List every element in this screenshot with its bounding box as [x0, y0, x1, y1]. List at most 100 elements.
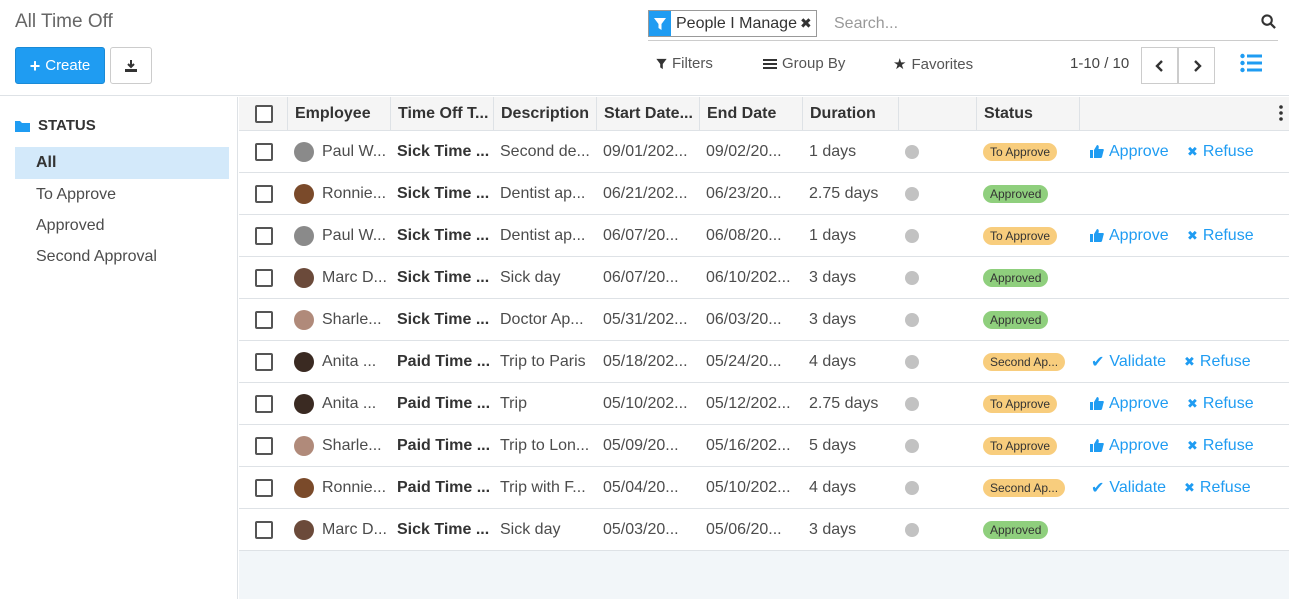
employee-cell: Sharle...	[287, 425, 390, 466]
refuse-button[interactable]: ✖ Refuse	[1184, 341, 1251, 382]
validate-button[interactable]: ✔ Validate	[1091, 467, 1166, 508]
time-off-type-cell: Sick Time ...	[397, 268, 490, 286]
table-row[interactable]: Marc D... Sick Time ... Sick day 06/07/20..…	[239, 257, 1289, 299]
column-start-date[interactable]: Start Date...	[596, 97, 699, 131]
approve-button[interactable]: Approve	[1090, 131, 1169, 172]
search-input[interactable]	[834, 12, 1234, 36]
employee-cell: Ronnie...	[287, 173, 390, 214]
state-cell	[898, 257, 976, 298]
status-section-header: STATUS	[15, 117, 96, 134]
row-checkbox[interactable]	[255, 226, 273, 245]
state-dot-icon	[905, 228, 919, 243]
avatar	[294, 477, 314, 498]
row-checkbox[interactable]	[255, 352, 273, 371]
time-off-type-cell: Sick Time ...	[397, 142, 490, 160]
state-cell	[898, 131, 976, 172]
time-off-type-cell: Paid Time ...	[397, 394, 491, 412]
row-checkbox[interactable]	[255, 520, 273, 539]
employee-name: Anita ...	[322, 394, 377, 412]
duration-cell: 5 days	[809, 436, 857, 454]
sidebar-item-approved[interactable]: Approved	[15, 210, 229, 242]
search-facet[interactable]: People I Manage ✖	[648, 10, 817, 37]
employee-name: Paul W...	[322, 226, 387, 244]
approve-button[interactable]: Approve	[1090, 383, 1169, 424]
approve-button[interactable]: Approve	[1090, 425, 1169, 466]
download-icon	[125, 59, 137, 72]
export-button[interactable]	[110, 47, 152, 84]
check-icon: ✔	[1091, 479, 1105, 497]
filters-button[interactable]: Filters	[656, 55, 713, 72]
column-employee[interactable]: Employee	[287, 97, 390, 131]
validate-button[interactable]: ✔ Validate	[1091, 341, 1166, 382]
start-date-cell: 05/04/20...	[603, 478, 679, 496]
sidebar-item-all[interactable]: All	[15, 147, 229, 179]
table-row[interactable]: Paul W... Sick Time ... Dentist ap... 06/07…	[239, 215, 1289, 257]
remove-facet-icon[interactable]: ✖	[799, 11, 816, 36]
table-row[interactable]: Anita ... Paid Time ... Trip 05/10/202... 05…	[239, 383, 1289, 425]
row-checkbox[interactable]	[255, 394, 273, 413]
table-row[interactable]: Sharle... Sick Time ... Doctor Ap... 05/31/…	[239, 299, 1289, 341]
avatar	[294, 519, 314, 540]
status-badge: Approved	[983, 520, 1049, 539]
avatar	[294, 267, 314, 288]
time-off-type-cell: Sick Time ...	[397, 520, 490, 538]
column-duration[interactable]: Duration	[802, 97, 898, 131]
thumbs-up-icon	[1090, 397, 1104, 410]
status-cell: Second Ap...	[976, 341, 1079, 382]
employee-name: Anita ...	[322, 352, 377, 370]
row-checkbox[interactable]	[255, 436, 273, 455]
pager-previous-button[interactable]	[1141, 47, 1178, 84]
end-date-cell: 06/10/202...	[706, 268, 791, 286]
employee-cell: Anita ...	[287, 341, 390, 382]
table-row[interactable]: Paul W... Sick Time ... Second de... 09/01/…	[239, 131, 1289, 173]
row-select-cell	[239, 173, 289, 214]
sidebar-item-to-approve[interactable]: To Approve	[15, 179, 229, 211]
favorites-button[interactable]: ★ Favorites	[893, 55, 973, 74]
row-checkbox[interactable]	[255, 268, 273, 287]
start-date-cell: 05/31/202...	[603, 310, 688, 328]
column-time-off-type[interactable]: Time Off T...	[390, 97, 493, 131]
column-status[interactable]: Status	[976, 97, 1079, 131]
refuse-button[interactable]: ✖ Refuse	[1187, 131, 1254, 172]
column-state[interactable]	[898, 97, 976, 131]
group-by-button[interactable]: Group By	[763, 55, 845, 72]
employee-cell: Marc D...	[287, 509, 390, 550]
table-row[interactable]: Anita ... Paid Time ... Trip to Paris 05/18…	[239, 341, 1289, 383]
table-row[interactable]: Sharle... Paid Time ... Trip to Lon... 05/0…	[239, 425, 1289, 467]
duration-cell: 1 days	[809, 226, 857, 244]
list-view-button[interactable]	[1240, 53, 1262, 78]
row-checkbox[interactable]	[255, 142, 273, 161]
create-button[interactable]: + Create	[15, 47, 105, 84]
description-cell: Trip with F...	[500, 478, 586, 496]
table-row[interactable]: Ronnie... Paid Time ... Trip with F... 05/0…	[239, 467, 1289, 509]
column-actions	[1079, 97, 1289, 131]
refuse-button[interactable]: ✖ Refuse	[1187, 425, 1254, 466]
table-row[interactable]: Marc D... Sick Time ... Sick day 05/03/20..…	[239, 509, 1289, 551]
row-checkbox[interactable]	[255, 310, 273, 329]
employee-name: Ronnie...	[322, 478, 387, 496]
status-badge: To Approve	[983, 436, 1058, 455]
employee-cell: Ronnie...	[287, 467, 390, 508]
chevron-left-icon	[1154, 59, 1163, 72]
select-all-checkbox[interactable]	[255, 105, 273, 123]
column-description[interactable]: Description	[493, 97, 596, 131]
end-date-cell: 05/16/202...	[706, 436, 791, 454]
sidebar-item-second-approval[interactable]: Second Approval	[15, 241, 229, 273]
approve-button[interactable]: Approve	[1090, 215, 1169, 256]
refuse-button[interactable]: ✖ Refuse	[1187, 383, 1254, 424]
list-table: Employee Time Off T... Description Start…	[239, 97, 1289, 599]
refuse-button[interactable]: ✖ Refuse	[1184, 467, 1251, 508]
row-checkbox[interactable]	[255, 184, 273, 203]
table-row[interactable]: Ronnie... Sick Time ... Dentist ap... 06/21…	[239, 173, 1289, 215]
search-icon[interactable]	[1261, 14, 1276, 29]
status-cell: Approved	[976, 509, 1079, 550]
employee-name: Sharle...	[322, 436, 382, 454]
row-checkbox[interactable]	[255, 478, 273, 497]
column-end-date[interactable]: End Date	[699, 97, 802, 131]
pager-next-button[interactable]	[1178, 47, 1215, 84]
row-select-cell	[239, 509, 289, 550]
pager-value[interactable]: 1-10 / 10	[1070, 55, 1129, 72]
close-icon: ✖	[1184, 479, 1195, 495]
optional-columns-icon[interactable]	[1279, 105, 1283, 121]
refuse-button[interactable]: ✖ Refuse	[1187, 215, 1254, 256]
